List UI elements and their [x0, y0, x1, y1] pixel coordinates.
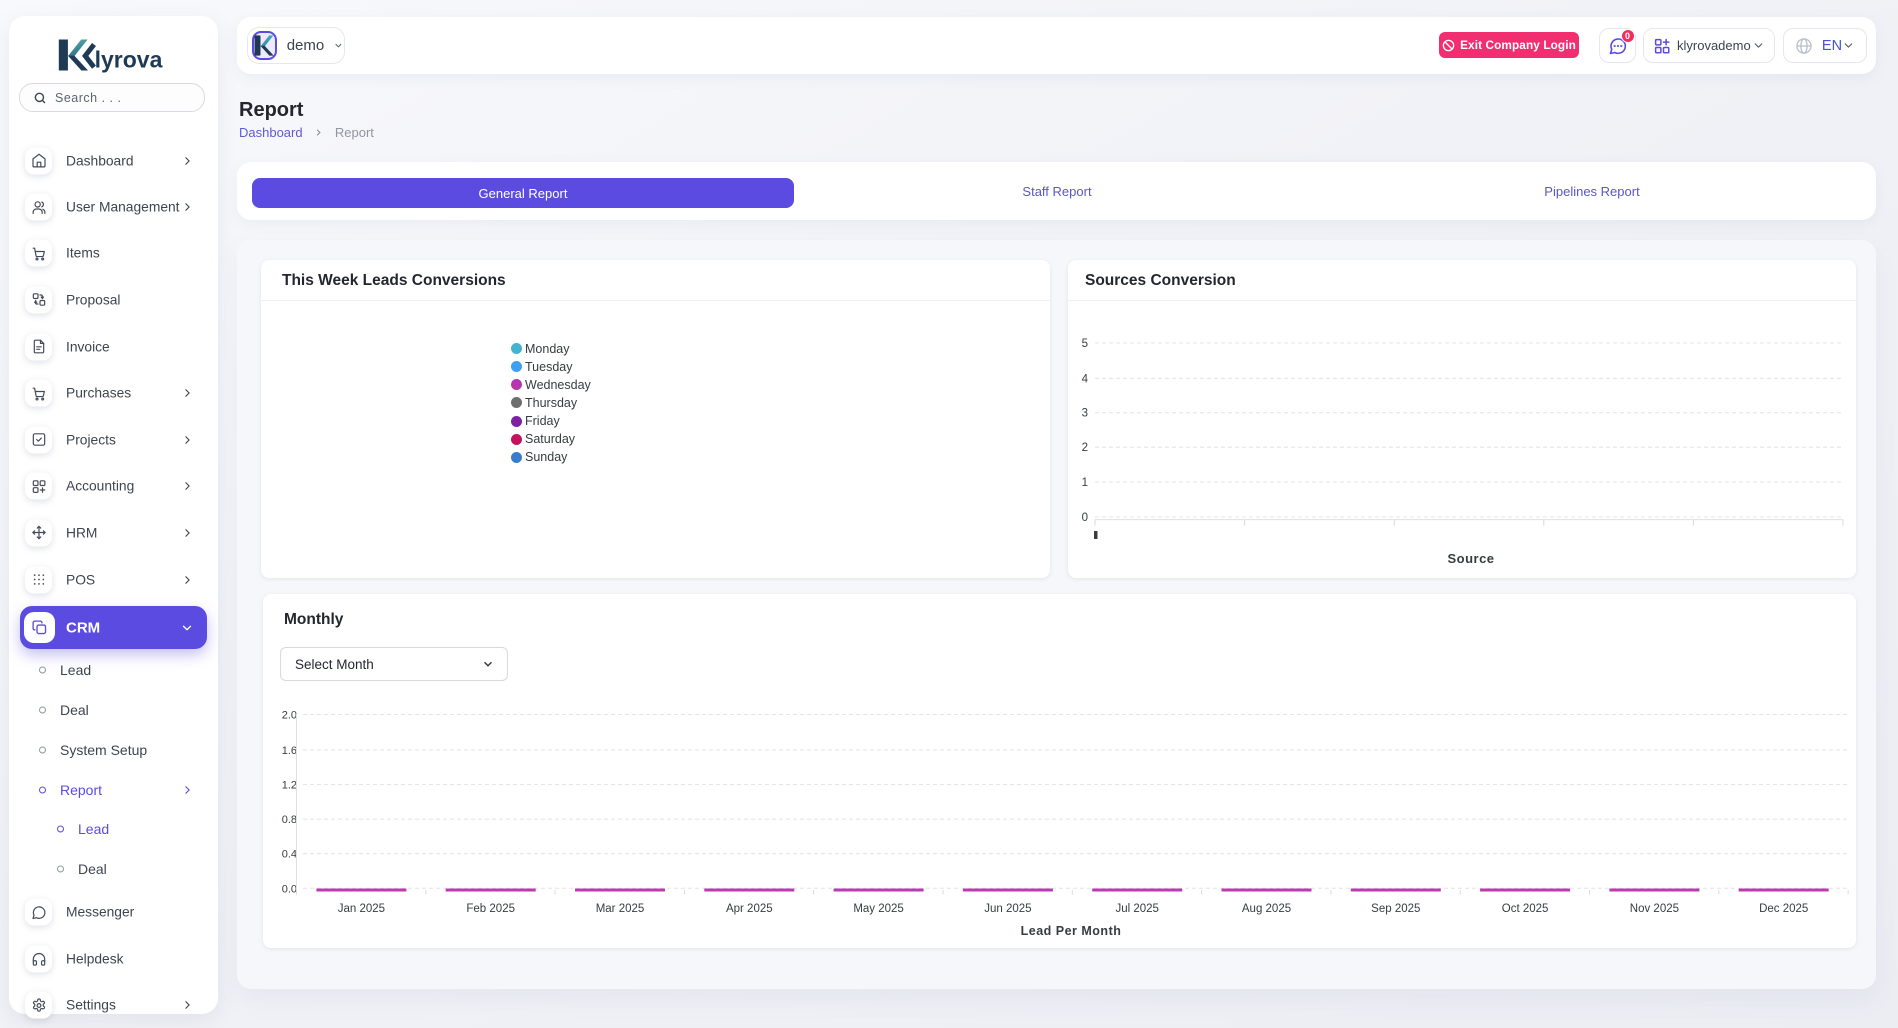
svg-text:Source: Source [1447, 551, 1494, 566]
svg-text:Mar 2025: Mar 2025 [596, 903, 645, 915]
svg-text:0: 0 [1082, 512, 1088, 524]
svg-text:Jul 2025: Jul 2025 [1115, 903, 1158, 915]
svg-text:Apr 2025: Apr 2025 [726, 903, 773, 915]
svg-text:5: 5 [1082, 338, 1088, 350]
svg-text:1.2: 1.2 [282, 780, 297, 792]
svg-text:Feb 2025: Feb 2025 [466, 903, 515, 915]
svg-text:2: 2 [1082, 442, 1088, 454]
svg-text:2.0: 2.0 [282, 710, 297, 722]
svg-text:Aug 2025: Aug 2025 [1242, 903, 1291, 915]
svg-text:Jun 2025: Jun 2025 [984, 903, 1031, 915]
svg-text:Oct 2025: Oct 2025 [1502, 903, 1549, 915]
svg-text:0.0: 0.0 [282, 883, 297, 895]
svg-text:Jan 2025: Jan 2025 [338, 903, 385, 915]
svg-text:Dec 2025: Dec 2025 [1759, 903, 1808, 915]
svg-text:1: 1 [1082, 477, 1088, 489]
svg-text:3: 3 [1082, 408, 1088, 420]
svg-text:May 2025: May 2025 [853, 903, 904, 915]
svg-text:4: 4 [1082, 373, 1089, 385]
svg-text:Lead Per Month: Lead Per Month [1021, 924, 1122, 938]
svg-text:lyrova: lyrova [95, 47, 163, 73]
svg-text:Sep 2025: Sep 2025 [1371, 903, 1420, 915]
svg-text:1.6: 1.6 [282, 745, 297, 757]
svg-text:Nov 2025: Nov 2025 [1630, 903, 1679, 915]
svg-text:0.4: 0.4 [282, 849, 297, 861]
svg-text:0.8: 0.8 [282, 814, 297, 826]
